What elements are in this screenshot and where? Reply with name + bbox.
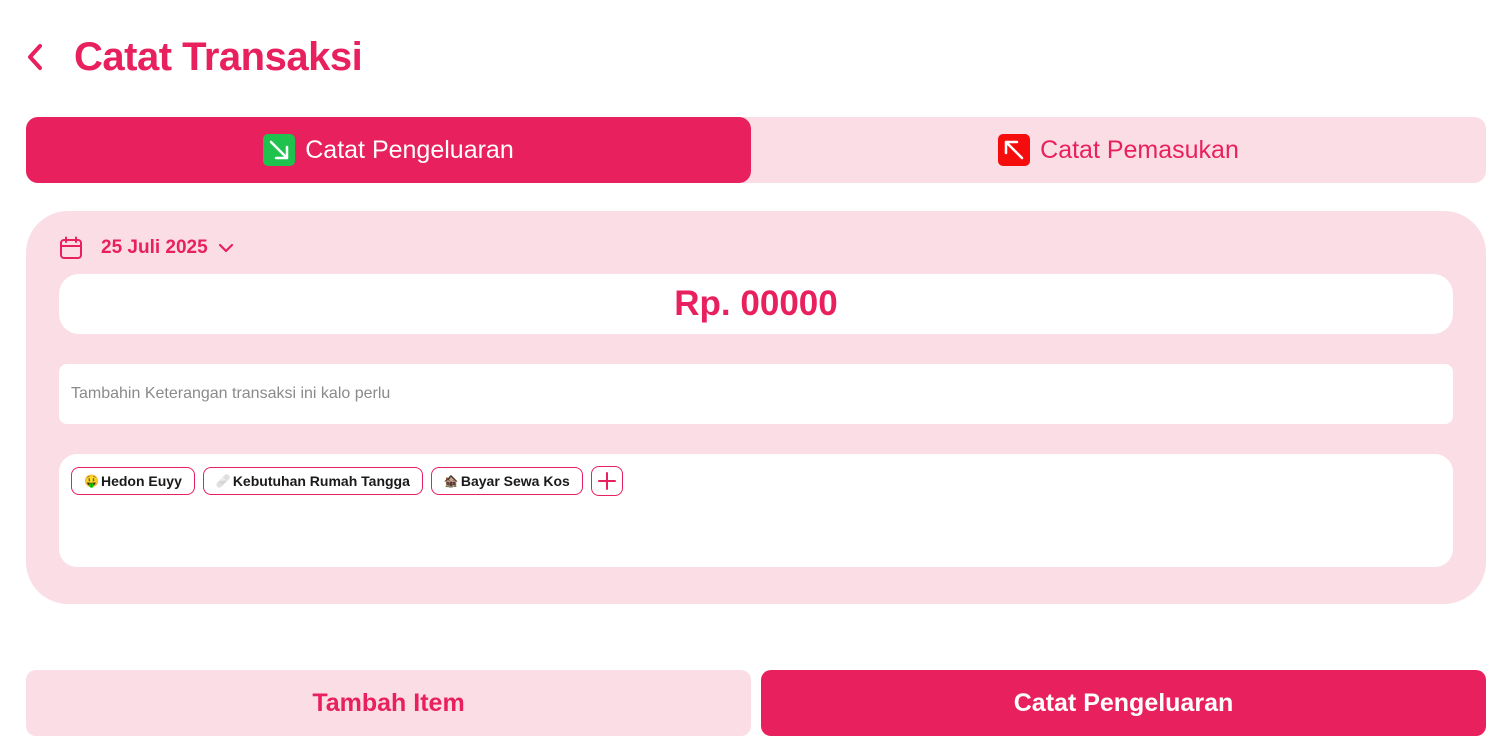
date-picker[interactable]: 25 Juli 2025 — [59, 233, 234, 263]
transaction-type-tabs: Catat Pengeluaran Catat Pemasukan — [26, 117, 1486, 183]
header: Catat Transaksi — [0, 0, 1512, 110]
amount-value: Rp. 00000 — [674, 284, 838, 323]
category-tags: 🤑 Hedon Euyy 🩹 Kebutuhan Rumah Tangga 🏚️… — [71, 466, 623, 496]
tag-label: Hedon Euyy — [100, 473, 182, 489]
bandage-emoji-icon: 🩹 — [215, 474, 231, 488]
page-title: Catat Transaksi — [74, 35, 363, 79]
note-field — [59, 364, 1453, 424]
date-value: 25 Juli 2025 — [101, 237, 208, 258]
tambah-item-button[interactable]: Tambah Item — [26, 670, 751, 736]
category-tags-box: 🤑 Hedon Euyy 🩹 Kebutuhan Rumah Tangga 🏚️… — [59, 454, 1453, 567]
house-emoji-icon: 🏚️ — [443, 474, 459, 488]
tag-label: Bayar Sewa Kos — [460, 473, 570, 489]
tag-label: Kebutuhan Rumah Tangga — [232, 473, 410, 489]
tab-catat-pengeluaran[interactable]: Catat Pengeluaran — [26, 117, 751, 183]
note-input[interactable] — [59, 364, 1453, 424]
add-tag-button[interactable] — [590, 466, 623, 496]
arrow-up-left-icon — [998, 134, 1031, 166]
tag-kebutuhan-rumah-tangga[interactable]: 🩹 Kebutuhan Rumah Tangga — [202, 467, 423, 495]
amount-field[interactable]: Rp. 00000 — [59, 274, 1453, 334]
chevron-down-icon — [218, 243, 233, 253]
calendar-icon — [60, 236, 82, 259]
chevron-left-icon — [28, 44, 42, 70]
back-button[interactable] — [18, 38, 52, 76]
plus-icon — [597, 472, 616, 490]
tab-catat-pemasukan[interactable]: Catat Pemasukan — [751, 117, 1486, 183]
catat-pengeluaran-button[interactable]: Catat Pengeluaran — [761, 670, 1486, 736]
tab-label: Catat Pemasukan — [1040, 135, 1239, 164]
transaction-form-card: 25 Juli 2025 Rp. 00000 🤑 Hedon Euyy 🩹 Ke… — [26, 211, 1486, 604]
tab-label: Catat Pengeluaran — [305, 135, 514, 164]
tag-bayar-sewa-kos[interactable]: 🏚️ Bayar Sewa Kos — [430, 467, 583, 495]
tag-hedon-euyy[interactable]: 🤑 Hedon Euyy — [71, 467, 195, 495]
arrow-down-right-icon — [263, 134, 296, 166]
money-face-emoji-icon: 🤑 — [84, 474, 99, 488]
